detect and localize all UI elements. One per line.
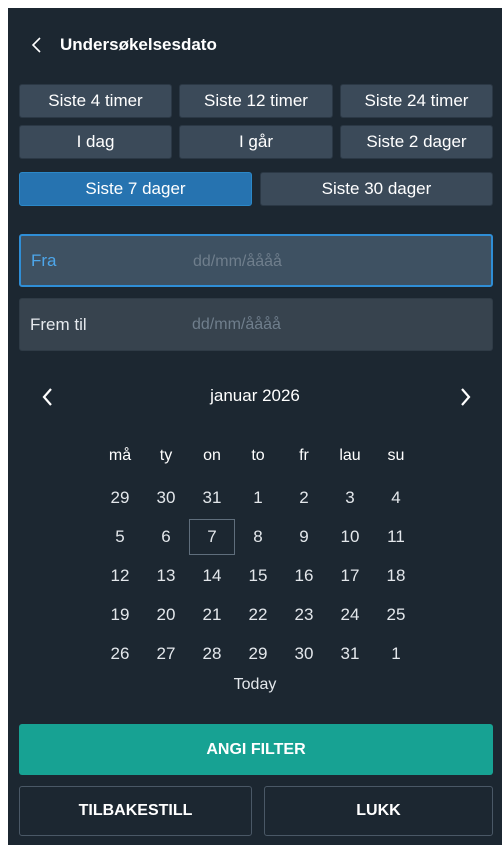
calendar-day-today[interactable]: 7 <box>189 519 235 555</box>
calendar-day[interactable]: 3 <box>327 480 373 516</box>
calendar-day[interactable]: 8 <box>235 519 281 555</box>
calendar-day[interactable]: 29 <box>97 480 143 516</box>
weekday-header: su <box>387 447 405 464</box>
calendar-day[interactable]: 29 <box>235 636 281 672</box>
calendar-day[interactable]: 11 <box>373 519 419 555</box>
quick-range-today-button[interactable]: I dag <box>19 125 172 159</box>
calendar-day[interactable]: 19 <box>97 597 143 633</box>
chevron-left-icon[interactable] <box>30 36 42 54</box>
quick-range-12h-button[interactable]: Siste 12 timer <box>179 84 333 118</box>
calendar-day[interactable]: 9 <box>281 519 327 555</box>
reset-button[interactable]: TILBAKESTILL <box>19 786 252 836</box>
calendar-day[interactable]: 18 <box>373 558 419 594</box>
calendar-day[interactable]: 16 <box>281 558 327 594</box>
weekday-header: to <box>251 447 265 464</box>
calendar-day[interactable]: 30 <box>143 480 189 516</box>
calendar-day[interactable]: 31 <box>327 636 373 672</box>
calendar-day[interactable]: 27 <box>143 636 189 672</box>
calendar-month-label: januar 2026 <box>210 386 300 405</box>
calendar-day[interactable]: 28 <box>189 636 235 672</box>
calendar-day[interactable]: 30 <box>281 636 327 672</box>
calendar-day[interactable]: 14 <box>189 558 235 594</box>
calendar-day[interactable]: 12 <box>97 558 143 594</box>
close-button[interactable]: LUKK <box>264 786 493 836</box>
calendar-day[interactable]: 10 <box>327 519 373 555</box>
from-date-label: Fra <box>31 250 57 270</box>
calendar-day[interactable]: 22 <box>235 597 281 633</box>
from-date-input[interactable] <box>191 246 475 278</box>
quick-range-2d-button[interactable]: Siste 2 dager <box>340 125 493 159</box>
next-month-icon[interactable] <box>459 386 473 408</box>
weekday-header: on <box>203 447 221 464</box>
quick-range-yesterday-button[interactable]: I går <box>179 125 333 159</box>
weekday-header: fr <box>299 447 309 464</box>
today-link[interactable]: Today <box>8 676 502 694</box>
calendar-day[interactable]: 1 <box>373 636 419 672</box>
calendar-day[interactable]: 31 <box>189 480 235 516</box>
calendar-day[interactable]: 15 <box>235 558 281 594</box>
calendar-day[interactable]: 2 <box>281 480 327 516</box>
calendar-day[interactable]: 21 <box>189 597 235 633</box>
to-date-field[interactable]: Frem til <box>19 298 493 351</box>
quick-range-30d-button[interactable]: Siste 30 dager <box>260 172 493 206</box>
panel-header: Undersøkelsesdato <box>8 30 502 60</box>
panel-title: Undersøkelsesdato <box>60 35 217 54</box>
calendar-day[interactable]: 1 <box>235 480 281 516</box>
calendar-day[interactable]: 20 <box>143 597 189 633</box>
apply-filter-button[interactable]: ANGI FILTER <box>19 724 493 775</box>
calendar-day[interactable]: 25 <box>373 597 419 633</box>
calendar-day[interactable]: 26 <box>97 636 143 672</box>
quick-range-4h-button[interactable]: Siste 4 timer <box>19 84 172 118</box>
weekday-header: må <box>108 447 132 464</box>
calendar-day[interactable]: 23 <box>281 597 327 633</box>
calendar-day[interactable]: 17 <box>327 558 373 594</box>
calendar-day[interactable]: 24 <box>327 597 373 633</box>
to-date-input[interactable] <box>190 309 474 341</box>
weekday-header: lau <box>339 447 361 464</box>
quick-range-24h-button[interactable]: Siste 24 timer <box>340 84 493 118</box>
weekday-header: ty <box>159 447 173 464</box>
calendar-day[interactable]: 6 <box>143 519 189 555</box>
calendar-day[interactable]: 4 <box>373 480 419 516</box>
quick-range-7d-button[interactable]: Siste 7 dager <box>19 172 252 206</box>
calendar-day[interactable]: 13 <box>143 558 189 594</box>
from-date-field[interactable]: Fra <box>19 234 493 287</box>
to-date-label: Frem til <box>30 314 87 334</box>
calendar-day[interactable]: 5 <box>97 519 143 555</box>
date-filter-panel: Undersøkelsesdato Siste 4 timer Siste 12… <box>8 8 502 845</box>
